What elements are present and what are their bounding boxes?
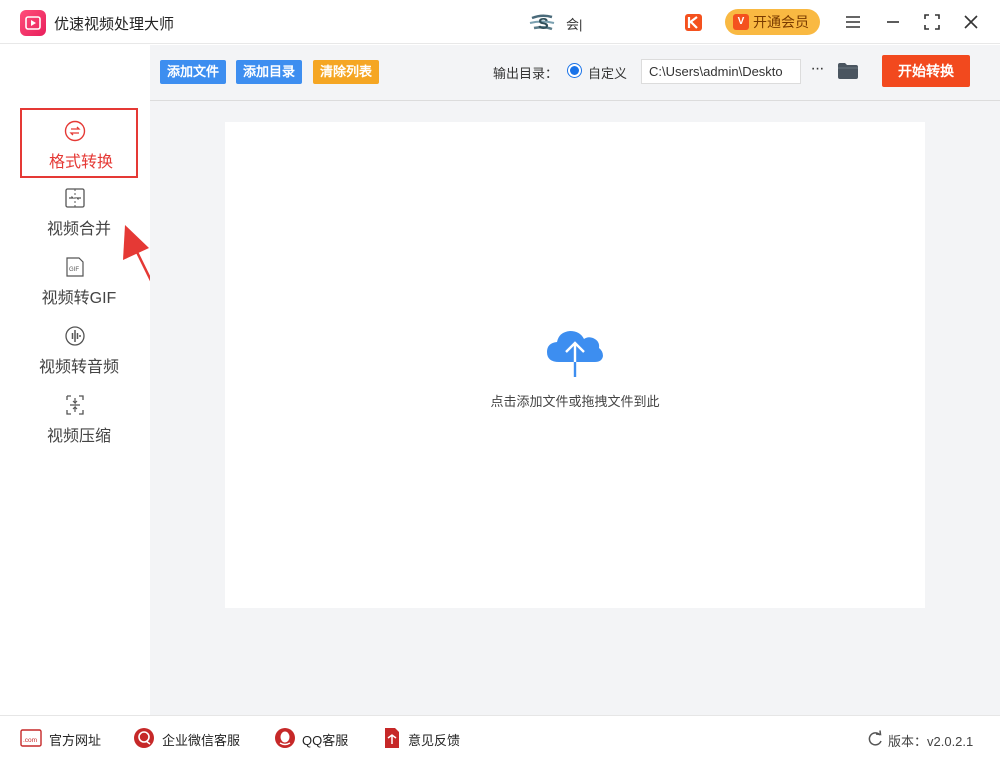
file-drop-zone[interactable]: 点击添加文件或拖拽文件到此 [225, 122, 925, 608]
wechat-icon [134, 728, 154, 748]
website-icon-text: .com [23, 737, 37, 744]
vip-k-icon[interactable] [685, 14, 702, 31]
official-website-label: 官方网址 [49, 733, 102, 748]
feedback-link[interactable]: 意见反馈 [383, 727, 469, 749]
audio-icon [65, 326, 85, 346]
drop-hint-text: 点击添加文件或拖拽文件到此 [490, 394, 660, 409]
official-website-link[interactable]: .com 官方网址 [20, 727, 110, 749]
svg-text:S: S [538, 16, 549, 33]
open-vip-label: 开通会员 [753, 14, 809, 30]
sidebar: 格式转换 视频合并 GIF 视频转GIF 视频转音频 视频压缩 [0, 45, 195, 715]
format-convert-icon [64, 120, 86, 142]
toolbar: 添加文件 添加目录 清除列表 输出目录： 自定义 C:\Users\admin\… [150, 45, 1000, 101]
open-folder-icon[interactable] [837, 61, 859, 81]
app-title: 优速视频处理大师 [54, 16, 175, 33]
merge-icon [65, 188, 85, 208]
wechat-support-link[interactable]: 企业微信客服 [133, 727, 251, 749]
qq-support-link[interactable]: QQ客服 [274, 727, 358, 749]
title-bar: 优速视频处理大师 S 会| V 开通会员 [0, 0, 1000, 44]
menu-icon[interactable] [841, 10, 865, 34]
sidebar-item-format-convert[interactable]: 格式转换 [20, 108, 138, 178]
more-options-button[interactable]: ··· [807, 60, 827, 82]
user-avatar[interactable]: S [528, 12, 558, 34]
version-label: 版本：v2.0.2.1 [888, 734, 974, 749]
compress-icon [66, 395, 84, 415]
gif-icon: GIF [66, 257, 84, 277]
add-file-button[interactable]: 添加文件 [160, 60, 227, 84]
app-window: 优速视频处理大师 S 会| V 开通会员 格式转换 视频合并 GIF 视频转GI… [0, 0, 1000, 760]
website-icon: .com [20, 729, 42, 747]
refresh-icon [868, 730, 882, 746]
cloud-upload-icon [547, 331, 603, 377]
close-icon[interactable] [959, 10, 983, 34]
sidebar-item-label: 视频压缩 [46, 428, 111, 445]
output-path-input[interactable]: C:\Users\admin\Deskto [641, 59, 801, 84]
output-directory-label: 输出目录： [493, 66, 559, 81]
sidebar-item-label: 格式转换 [48, 154, 113, 171]
wechat-support-label: 企业微信客服 [162, 733, 241, 748]
custom-output-radio[interactable] [567, 63, 582, 78]
clear-list-button[interactable]: 清除列表 [313, 60, 380, 84]
custom-output-label[interactable]: 自定义 [588, 63, 627, 82]
qq-support-label: QQ客服 [302, 733, 349, 748]
user-name[interactable]: 会| [566, 14, 582, 33]
feedback-icon [385, 728, 399, 748]
svg-text:GIF: GIF [69, 267, 79, 273]
main-area: 添加文件 添加目录 清除列表 输出目录： 自定义 C:\Users\admin\… [150, 45, 1000, 715]
app-logo-icon [20, 10, 46, 36]
add-directory-button[interactable]: 添加目录 [236, 60, 303, 84]
start-convert-button[interactable]: 开始转换 [882, 55, 970, 87]
minimize-icon[interactable] [881, 10, 905, 34]
footer: .com 官方网址 企业微信客服 QQ客服 意见反馈 版本：v2.0.2.1 [0, 715, 1000, 760]
sidebar-item-video-compress[interactable]: 视频压缩 [20, 382, 138, 452]
maximize-icon[interactable] [920, 10, 944, 34]
feedback-label: 意见反馈 [408, 733, 461, 748]
vip-badge-icon: V [733, 14, 749, 30]
open-vip-button[interactable]: V 开通会员 [725, 9, 820, 35]
qq-icon [275, 728, 295, 748]
